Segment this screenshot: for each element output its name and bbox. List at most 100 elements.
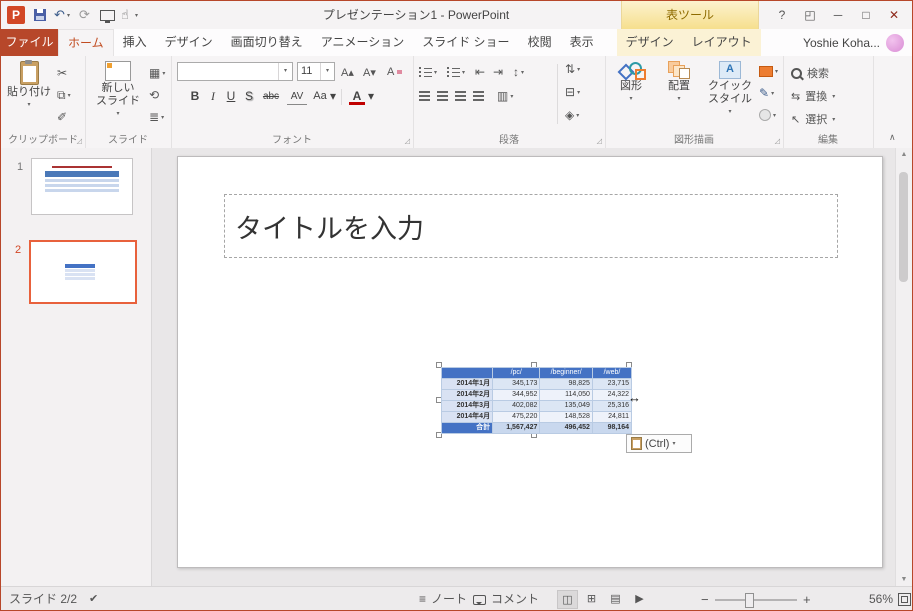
drawing-dialog-launcher[interactable]: ◿ (775, 137, 780, 145)
font-name-dropdown-icon[interactable]: ▾ (278, 63, 292, 80)
decrease-indent-button[interactable]: ⇤ (475, 63, 485, 81)
font-name-combo[interactable]: ▾ (177, 62, 293, 81)
tab-review[interactable]: 校閲 (519, 29, 561, 56)
vertical-scrollbar[interactable]: ▲ ▼ (895, 148, 912, 586)
line-spacing-button[interactable]: ↕ ▾ (513, 63, 524, 81)
align-right-button[interactable] (455, 87, 466, 105)
align-left-button[interactable] (419, 87, 430, 105)
align-text-button[interactable]: ⊟ ▾ (565, 83, 580, 101)
clipboard-dialog-launcher[interactable]: ◿ (77, 137, 82, 145)
slideshow-view-button[interactable]: ▶ (629, 590, 650, 609)
scrollbar-thumb[interactable] (899, 172, 908, 282)
bullets-button[interactable]: ▾ (419, 63, 437, 81)
zoom-in-button[interactable]: + (803, 587, 811, 610)
zoom-out-button[interactable]: − (701, 587, 709, 610)
undo-dropdown-icon[interactable]: ▾ (67, 1, 70, 29)
comments-button[interactable]: コメント (473, 587, 539, 610)
zoom-level[interactable]: 56% (857, 587, 893, 610)
redo-icon[interactable]: ⟳ (79, 1, 90, 29)
tab-file[interactable]: ファイル (1, 29, 58, 56)
strikethrough-button[interactable]: abc (259, 87, 283, 106)
data-table[interactable]: /pc/ /beginner/ /web/ 2014年1月 345,173 98… (440, 367, 633, 434)
format-painter-button[interactable]: ✐ (57, 108, 67, 126)
underline-button[interactable]: U (223, 87, 239, 106)
close-button[interactable]: ✕ (881, 1, 907, 29)
start-slideshow-icon[interactable] (100, 10, 115, 23)
find-button[interactable]: 検索 (791, 64, 829, 82)
increase-indent-button[interactable]: ⇥ (493, 63, 503, 81)
shape-fill-button[interactable]: ▾ (759, 62, 778, 80)
text-shadow-button[interactable]: S (241, 87, 257, 106)
shape-outline-button[interactable]: ✎ ▾ (759, 84, 774, 102)
account-chip[interactable]: Yoshie Koha... (803, 29, 904, 56)
cut-button[interactable]: ✂ (57, 64, 67, 82)
slide-layout-button[interactable]: ▦ ▾ (149, 64, 165, 82)
align-center-button[interactable] (437, 87, 448, 105)
tab-transitions[interactable]: 画面切り替え (222, 29, 312, 56)
text-direction-button[interactable]: ⇅ ▾ (565, 60, 580, 78)
save-icon[interactable] (34, 9, 46, 21)
maximize-button[interactable]: □ (853, 1, 879, 29)
italic-button[interactable]: I (205, 87, 221, 106)
paragraph-dialog-launcher[interactable]: ◿ (597, 137, 602, 145)
character-spacing-button[interactable]: AV (287, 89, 307, 105)
fit-to-window-button[interactable] (898, 593, 911, 606)
select-button[interactable]: ↖ 選択 ▾ (791, 110, 835, 128)
tab-table-layout[interactable]: レイアウト (683, 29, 761, 56)
shapes-button[interactable]: 図形 ▾ (607, 61, 655, 105)
slide-indicator[interactable]: スライド 2/2 (9, 587, 77, 610)
grow-font-button[interactable]: A▴ (341, 63, 354, 81)
font-color-dropdown-icon[interactable]: ▾ (367, 87, 375, 106)
tab-insert[interactable]: 挿入 (114, 29, 156, 56)
paste-button[interactable]: 貼り付け ▾ (7, 60, 51, 111)
spellcheck-icon[interactable]: ✔ (89, 587, 98, 610)
help-button[interactable]: ? (769, 1, 795, 29)
scroll-up-icon[interactable]: ▲ (896, 151, 912, 158)
reset-slide-button[interactable]: ⟲ (149, 86, 159, 104)
thumbnail-slide-1[interactable] (31, 158, 133, 215)
reading-view-button[interactable]: ▤ (605, 590, 626, 609)
shrink-font-button[interactable]: A▾ (363, 63, 376, 81)
tab-animations[interactable]: アニメーション (312, 29, 414, 56)
touch-mode-dropdown-icon[interactable]: ▾ (135, 1, 138, 29)
zoom-slider-track[interactable] (715, 599, 797, 601)
tab-table-design[interactable]: デザイン (617, 29, 683, 56)
ribbon-display-options-button[interactable]: ◰ (797, 1, 823, 29)
notes-button[interactable]: ≡ ノート (419, 587, 467, 610)
minimize-button[interactable]: ─ (825, 1, 851, 29)
tab-design[interactable]: デザイン (156, 29, 222, 56)
shape-effects-button[interactable]: ▾ (759, 106, 776, 124)
bold-button[interactable]: B (187, 87, 203, 106)
columns-button[interactable]: ▥ ▾ (497, 87, 513, 105)
font-size-dropdown-icon[interactable]: ▾ (320, 63, 334, 80)
title-placeholder[interactable]: タイトルを入力 (224, 194, 838, 258)
tab-view[interactable]: 表示 (561, 29, 603, 56)
font-size-combo[interactable]: 11 ▾ (297, 62, 335, 81)
touch-mode-icon[interactable]: ☝ (121, 1, 129, 29)
replace-button[interactable]: ⇆ 置換 ▾ (791, 87, 835, 105)
new-slide-button[interactable]: 新しい スライド ▾ (89, 61, 147, 120)
numbering-button[interactable]: ▾ (447, 63, 465, 81)
paste-options-button[interactable]: (Ctrl) ▾ (626, 434, 692, 453)
quick-styles-button[interactable]: A クイック スタイル ▾ (703, 61, 757, 118)
justify-button[interactable] (473, 87, 484, 105)
change-case-dropdown-icon[interactable]: ▾ (329, 87, 337, 106)
arrange-button[interactable]: 配置 ▾ (657, 61, 701, 105)
copy-button[interactable]: ⧉ ▾ (57, 86, 71, 104)
normal-view-button[interactable]: ◫ (557, 590, 578, 609)
tab-slideshow[interactable]: スライド ショー (413, 29, 518, 56)
convert-smartart-button[interactable]: ◈ ▾ (565, 106, 579, 124)
collapse-ribbon-button[interactable]: ∧ (889, 132, 896, 143)
section-button[interactable]: ≣ ▾ (149, 108, 164, 126)
pasted-table-object[interactable]: /pc/ /beginner/ /web/ 2014年1月 345,173 98… (436, 362, 641, 438)
undo-icon[interactable]: ↶ (54, 1, 65, 29)
slide-sorter-view-button[interactable]: ⊞ (581, 590, 602, 609)
powerpoint-logo-icon[interactable]: P (7, 6, 25, 24)
thumbnail-slide-2[interactable] (29, 240, 137, 304)
change-case-button[interactable]: Aa (311, 87, 329, 106)
scroll-down-icon[interactable]: ▼ (896, 576, 912, 583)
clear-formatting-button[interactable]: A (387, 63, 403, 81)
font-color-button[interactable]: A (349, 89, 365, 105)
slide-editing-surface[interactable]: タイトルを入力 /pc/ /beginner/ /web/ 2014年1月 34… (177, 156, 883, 568)
tab-home[interactable]: ホーム (58, 29, 114, 57)
